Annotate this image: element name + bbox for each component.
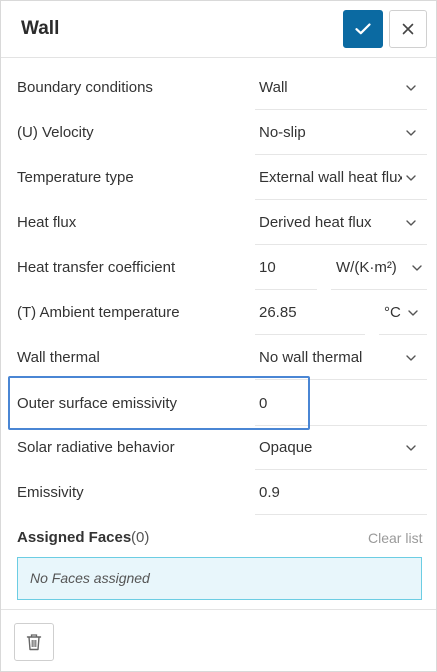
boundary-conditions-row: Boundary conditions Wall [1, 65, 436, 110]
temperature-type-select[interactable]: External wall heat flux [255, 155, 427, 200]
velocity-label: (U) Velocity [17, 124, 94, 141]
close-icon [402, 23, 414, 35]
heat-transfer-coefficient-value: 10 [259, 259, 276, 276]
heat-transfer-coefficient-label: Heat transfer coefficient [17, 259, 176, 276]
heat-flux-label: Heat flux [17, 214, 77, 231]
outer-surface-emissivity-value: 0 [259, 395, 268, 412]
heat-transfer-coefficient-row: Heat transfer coefficient 10 W/(K·m²) [1, 245, 436, 290]
velocity-row: (U) Velocity No-slip [1, 110, 436, 155]
solar-radiative-behavior-row: Solar radiative behavior Opaque [1, 425, 436, 470]
boundary-conditions-label: Boundary conditions [17, 79, 153, 96]
heat-flux-value: Derived heat flux [259, 214, 372, 231]
ambient-temperature-unit: °C [384, 304, 401, 321]
velocity-value: No-slip [259, 124, 306, 141]
temperature-type-value: External wall heat flux [259, 169, 402, 186]
temperature-type-label: Temperature type [17, 169, 134, 186]
wall-panel: Wall Boundary conditions Wall (U) Veloci… [0, 0, 437, 672]
ambient-temperature-unit-select[interactable]: °C [379, 290, 427, 335]
outer-surface-emissivity-input[interactable]: 0 [255, 381, 427, 426]
delete-button[interactable] [14, 623, 54, 661]
emissivity-input[interactable]: 0.9 [255, 470, 427, 515]
assigned-faces-list[interactable]: No Faces assigned [17, 557, 422, 600]
chevron-down-icon [408, 310, 418, 316]
outer-surface-emissivity-label: Outer surface emissivity [17, 395, 178, 412]
chevron-down-icon [406, 220, 416, 226]
ambient-temperature-row: (T) Ambient temperature 26.85 °C [1, 290, 436, 335]
emissivity-value: 0.9 [259, 484, 280, 501]
velocity-select[interactable]: No-slip [255, 110, 427, 155]
chevron-down-icon [406, 355, 416, 361]
emissivity-row: Emissivity 0.9 [1, 470, 436, 515]
assigned-faces-label: Assigned Faces [17, 529, 132, 546]
temperature-type-row: Temperature type External wall heat flux [1, 155, 436, 200]
outer-surface-emissivity-row: Outer surface emissivity 0 [1, 381, 436, 426]
heat-transfer-coefficient-input[interactable]: 10 [255, 245, 317, 290]
confirm-button[interactable] [343, 10, 383, 48]
heat-flux-select[interactable]: Derived heat flux [255, 200, 427, 245]
check-icon [355, 23, 371, 35]
wall-thermal-select[interactable]: No wall thermal [255, 335, 427, 380]
panel-header: Wall [1, 1, 436, 58]
no-faces-message: No Faces assigned [30, 570, 150, 586]
boundary-conditions-value: Wall [259, 79, 288, 96]
chevron-down-icon [406, 175, 416, 181]
solar-radiative-behavior-label: Solar radiative behavior [17, 439, 175, 456]
chevron-down-icon [406, 130, 416, 136]
clear-list-link[interactable]: Clear list [368, 530, 422, 546]
chevron-down-icon [406, 445, 416, 451]
assigned-faces-count: (0) [131, 529, 150, 546]
trash-icon [26, 634, 42, 651]
chevron-down-icon [412, 265, 422, 271]
wall-thermal-row: Wall thermal No wall thermal [1, 335, 436, 380]
panel-footer [1, 609, 436, 672]
heat-transfer-coefficient-unit-select[interactable]: W/(K·m²) [331, 245, 427, 290]
solar-radiative-behavior-select[interactable]: Opaque [255, 425, 427, 470]
ambient-temperature-value: 26.85 [259, 304, 297, 321]
heat-flux-row: Heat flux Derived heat flux [1, 200, 436, 245]
close-button[interactable] [389, 10, 427, 48]
ambient-temperature-input[interactable]: 26.85 [255, 290, 365, 335]
heat-transfer-coefficient-unit: W/(K·m²) [336, 259, 397, 276]
ambient-temperature-label: (T) Ambient temperature [17, 304, 180, 321]
wall-thermal-label: Wall thermal [17, 349, 100, 366]
wall-thermal-value: No wall thermal [259, 349, 363, 366]
boundary-conditions-select[interactable]: Wall [255, 65, 427, 110]
emissivity-label: Emissivity [17, 484, 84, 501]
solar-radiative-behavior-value: Opaque [259, 439, 313, 456]
panel-title: Wall [21, 18, 60, 39]
chevron-down-icon [406, 85, 416, 91]
